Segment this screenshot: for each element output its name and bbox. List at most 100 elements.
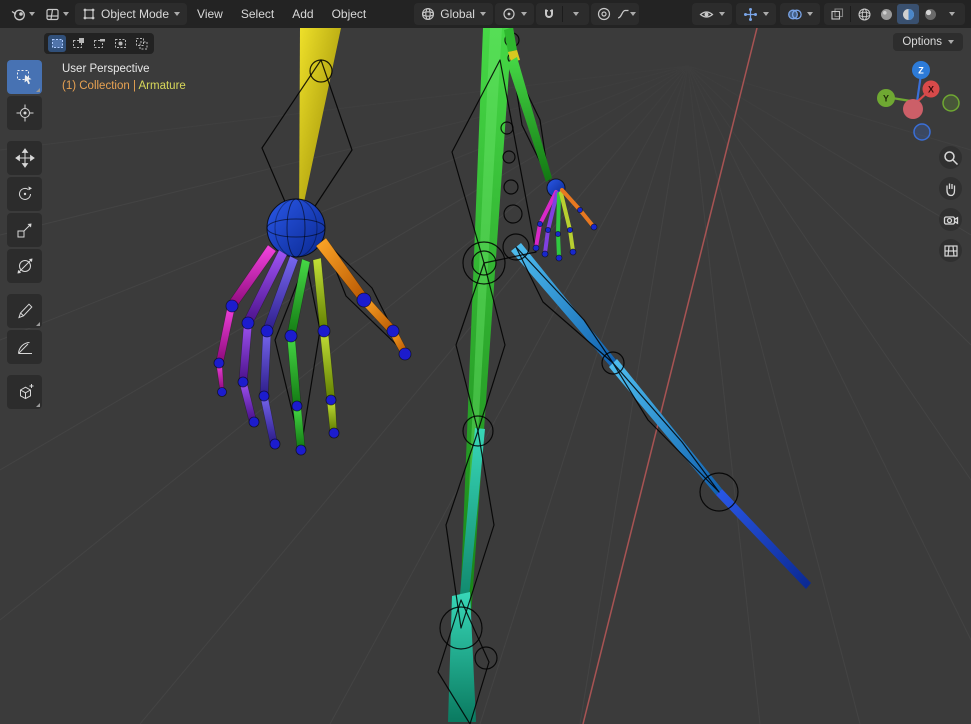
chevron-down-icon xyxy=(480,12,486,16)
gizmo-icon xyxy=(743,7,758,22)
select-mode-subtract[interactable] xyxy=(90,35,108,52)
menu-add[interactable]: Add xyxy=(284,4,321,24)
xray-toggle[interactable] xyxy=(826,4,848,24)
tool-cursor[interactable] xyxy=(7,96,42,130)
cursor-icon xyxy=(15,103,35,123)
select-mode-set[interactable] xyxy=(48,35,66,52)
falloff-dropdown[interactable] xyxy=(615,4,637,24)
move-icon xyxy=(15,148,35,168)
navigation-gizmo[interactable]: Z Y X xyxy=(872,56,964,148)
overlays-icon xyxy=(787,7,802,22)
gizmo-axis-z-neg[interactable] xyxy=(914,124,930,140)
camera-icon xyxy=(943,212,959,228)
editor-type-selector[interactable] xyxy=(41,3,73,25)
tool-annotate[interactable] xyxy=(7,294,42,328)
tool-add-cube[interactable] xyxy=(7,375,42,409)
topbar: Object Mode View Select Add Object Globa… xyxy=(0,0,971,28)
chevron-down-icon xyxy=(949,12,955,16)
shading-material-button[interactable] xyxy=(897,4,919,24)
tool-select-box[interactable] xyxy=(7,60,42,94)
viewport-scene xyxy=(0,28,971,724)
xray-icon xyxy=(830,7,844,21)
app-menu-button[interactable] xyxy=(6,3,39,25)
shading-rendered-button[interactable] xyxy=(919,4,941,24)
gizmo-axis-x-neg[interactable] xyxy=(903,99,923,119)
shading-material-icon xyxy=(901,7,916,22)
hand-icon xyxy=(943,181,959,197)
pan-button[interactable] xyxy=(939,177,962,200)
menu-select[interactable]: Select xyxy=(233,4,282,24)
gizmo-axis-y-neg[interactable] xyxy=(943,95,959,111)
breadcrumb-collection: (1) Collection xyxy=(62,80,130,92)
divider xyxy=(562,6,563,22)
overlays-toggle-dropdown[interactable] xyxy=(780,3,820,25)
chevron-down-icon xyxy=(29,12,35,16)
viewport-info: User Perspective (1) Collection | Armatu… xyxy=(62,61,186,95)
shin-bone-teal xyxy=(448,592,476,722)
arm-bone-cyan-2 xyxy=(609,359,722,495)
magnet-icon xyxy=(542,7,556,21)
wrist-sphere xyxy=(267,199,325,257)
tool-rotate[interactable] xyxy=(7,177,42,211)
header-right-cluster xyxy=(692,3,965,25)
rotate-icon xyxy=(15,184,35,204)
shading-group xyxy=(824,3,965,25)
snap-settings-dropdown[interactable] xyxy=(565,4,587,24)
chevron-down-icon xyxy=(948,40,954,44)
shading-solid-button[interactable] xyxy=(875,4,897,24)
chevron-down-icon xyxy=(630,12,636,16)
breadcrumb-object: Armature xyxy=(139,80,186,92)
tool-measure[interactable] xyxy=(7,330,42,364)
pivot-point-dropdown[interactable] xyxy=(495,3,534,25)
options-dropdown[interactable]: Options xyxy=(893,33,963,51)
gizmo-x-label: X xyxy=(928,85,934,95)
zoom-button[interactable] xyxy=(939,146,962,169)
shading-solid-icon xyxy=(879,7,894,22)
gizmo-y-label: Y xyxy=(883,94,889,104)
camera-view-button[interactable] xyxy=(939,208,962,231)
chevron-down-icon xyxy=(763,12,769,16)
snap-group xyxy=(536,3,589,25)
scale-icon xyxy=(15,220,35,240)
viewport-nav-buttons xyxy=(939,146,962,262)
transform-icon xyxy=(15,256,35,276)
orientation-label: Global xyxy=(440,7,475,21)
gizmos-toggle-dropdown[interactable] xyxy=(736,3,776,25)
proportional-edit-icon xyxy=(597,7,611,21)
shading-settings-dropdown[interactable] xyxy=(941,4,963,24)
proportional-edit-toggle[interactable] xyxy=(593,4,615,24)
menu-view[interactable]: View xyxy=(189,4,231,24)
chevron-down-icon xyxy=(807,12,813,16)
select-mode-extend[interactable] xyxy=(69,35,87,52)
shading-rendered-icon xyxy=(923,7,938,22)
add-cube-icon xyxy=(15,382,35,402)
toggle-projection-button[interactable] xyxy=(939,239,962,262)
select-mode-invert[interactable] xyxy=(111,35,129,52)
select-mode-group xyxy=(44,33,154,54)
chevron-down-icon xyxy=(63,12,69,16)
leg-bone-blue xyxy=(716,489,811,589)
select-invert-icon xyxy=(114,37,127,50)
object-visibility-dropdown[interactable] xyxy=(692,3,732,25)
divider xyxy=(850,6,851,22)
zoom-icon xyxy=(943,150,959,166)
tool-transform[interactable] xyxy=(7,249,42,283)
select-extend-icon xyxy=(72,37,85,50)
menu-object[interactable]: Object xyxy=(324,4,375,24)
tool-scale[interactable] xyxy=(7,213,42,247)
grid-projection-icon xyxy=(943,243,959,259)
chevron-down-icon xyxy=(521,12,527,16)
tool-move[interactable] xyxy=(7,141,42,175)
object-mode-icon xyxy=(82,7,96,21)
select-subtract-icon xyxy=(93,37,106,50)
shading-wireframe-button[interactable] xyxy=(853,4,875,24)
orientation-dropdown[interactable]: Global xyxy=(414,3,493,25)
mode-dropdown[interactable]: Object Mode xyxy=(75,3,187,25)
blender-logo xyxy=(10,6,26,22)
chevron-down-icon xyxy=(573,12,579,16)
snap-toggle-button[interactable] xyxy=(538,4,560,24)
pivot-point-icon xyxy=(502,7,516,21)
view-perspective-label: User Perspective xyxy=(62,61,186,78)
select-mode-intersect[interactable] xyxy=(132,35,150,52)
blender-window: { "colors": { "accent": "#4772b3", "head… xyxy=(0,0,971,724)
